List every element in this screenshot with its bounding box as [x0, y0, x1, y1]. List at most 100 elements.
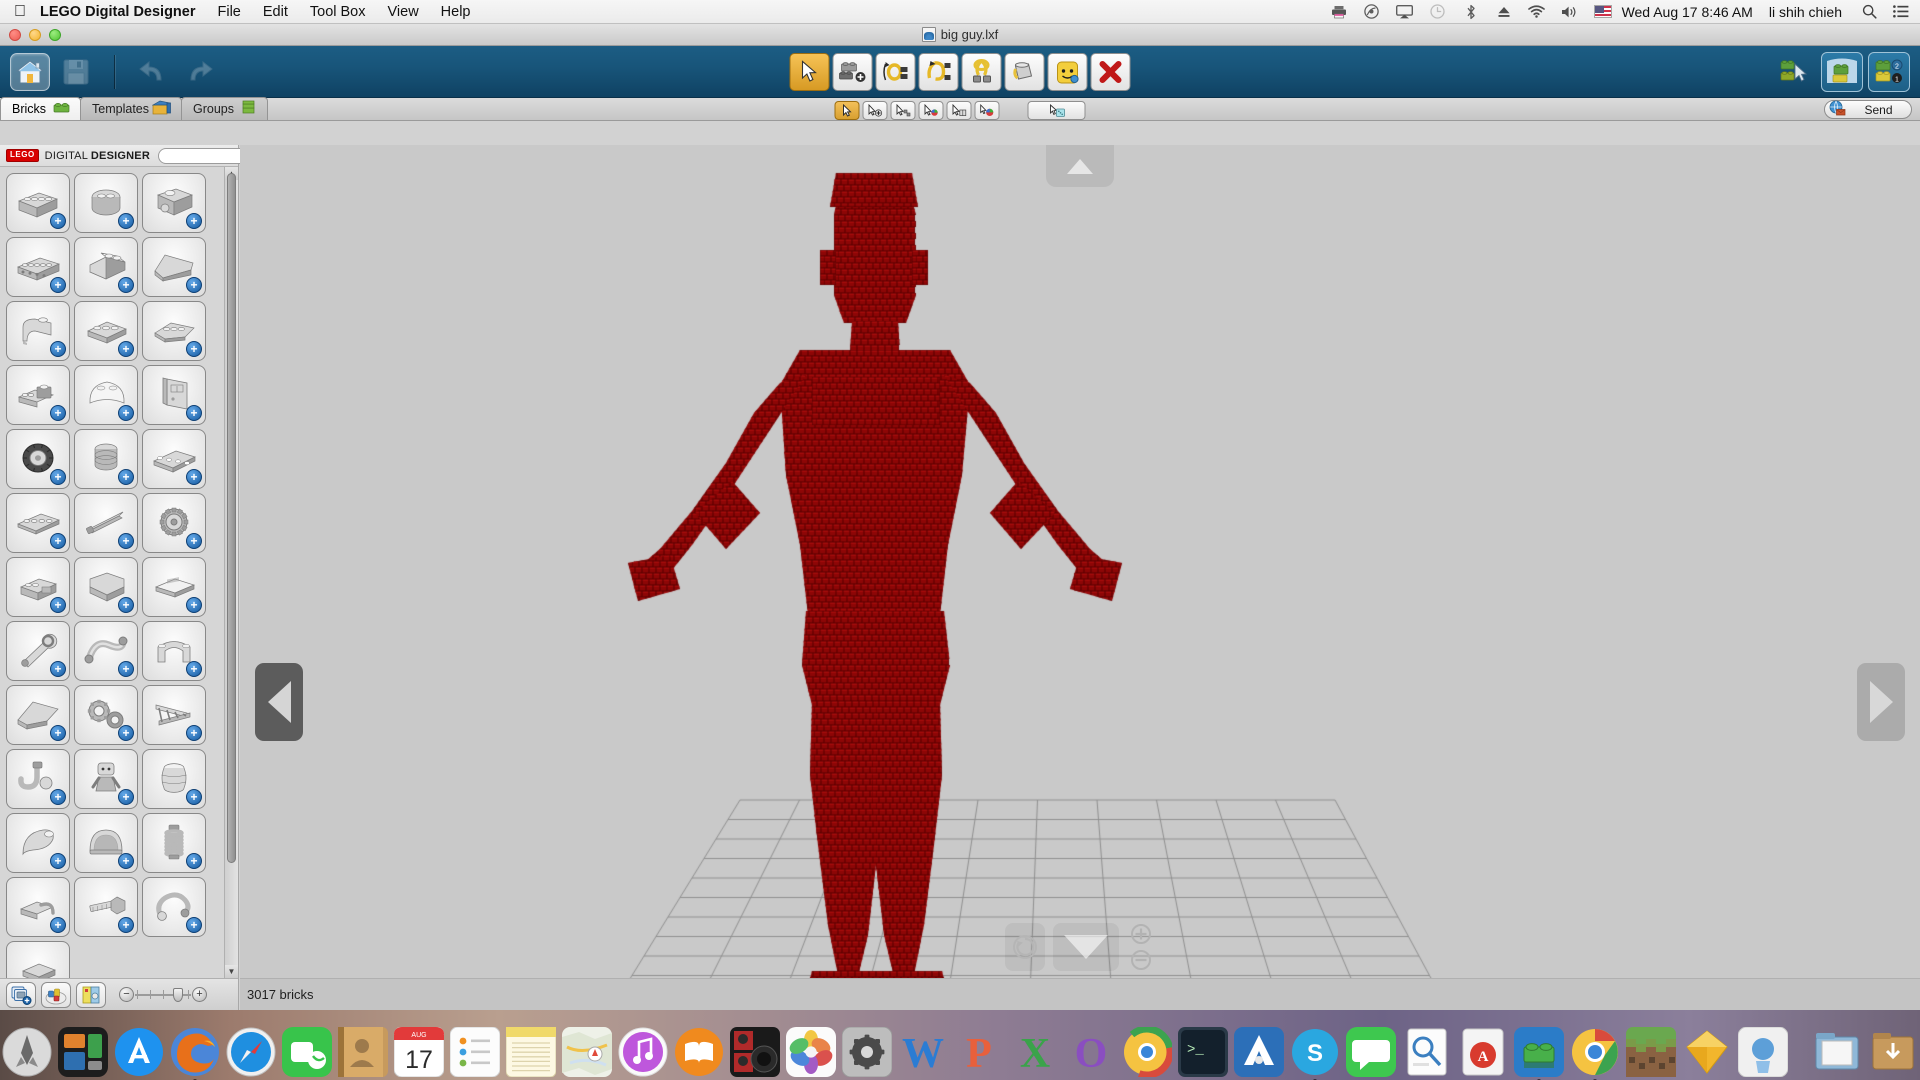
ladder-part[interactable]: + — [142, 685, 206, 745]
notification-center-icon[interactable] — [1892, 4, 1910, 20]
door-panel[interactable]: + — [142, 365, 206, 425]
windscreen-curved[interactable]: + — [74, 365, 138, 425]
viewport-bottom-tab[interactable] — [1053, 923, 1119, 971]
add-brick-button[interactable]: + — [186, 533, 202, 549]
dock-messages[interactable] — [1346, 1027, 1396, 1077]
zoom-in-button[interactable] — [1127, 922, 1155, 946]
tile-printed[interactable]: + — [142, 557, 206, 617]
add-brick-button[interactable]: + — [186, 917, 202, 933]
clip-part[interactable]: + — [142, 877, 206, 937]
brick-headlight[interactable]: + — [142, 173, 206, 233]
tab-bricks[interactable]: Bricks — [0, 97, 82, 120]
add-brick-button[interactable]: + — [186, 469, 202, 485]
wrench-tool-part[interactable]: + — [6, 621, 70, 681]
add-brick-button[interactable]: + — [50, 917, 66, 933]
handle-part[interactable]: + — [6, 877, 70, 937]
slope-2x2[interactable]: + — [74, 237, 138, 297]
menubar-app-name[interactable]: LEGO Digital Designer — [40, 4, 196, 20]
add-brick-button[interactable]: + — [186, 661, 202, 677]
technic-beam[interactable]: + — [142, 429, 206, 489]
save-button[interactable] — [56, 53, 96, 91]
add-brick-button[interactable]: + — [186, 853, 202, 869]
wedge-nose[interactable]: + — [6, 685, 70, 745]
palette-colors-button[interactable] — [41, 981, 71, 1008]
technic-axle[interactable]: + — [74, 493, 138, 553]
dock-mission-control[interactable] — [58, 1027, 108, 1077]
dock-sketch[interactable] — [1682, 1027, 1732, 1077]
plate-1x4[interactable]: + — [6, 493, 70, 553]
select-color-shape-button[interactable] — [974, 101, 1000, 120]
tab-groups[interactable]: Groups — [181, 97, 269, 120]
arch-brick[interactable]: + — [142, 621, 206, 681]
tab-templates[interactable]: Templates — [80, 97, 183, 120]
dock-calendar[interactable]: AUG 17 — [393, 1026, 445, 1078]
window-close-button[interactable] — [9, 29, 21, 41]
3d-viewport[interactable] — [240, 145, 1920, 1010]
add-brick-button[interactable]: + — [186, 789, 202, 805]
bolt-part[interactable]: + — [74, 877, 138, 937]
flex-tool[interactable] — [918, 52, 959, 91]
reset-view-button[interactable] — [1005, 923, 1045, 971]
dock-chrome-alt[interactable] — [1120, 1025, 1174, 1079]
add-brick-button[interactable]: + — [118, 789, 134, 805]
palette-boxes-button[interactable] — [6, 981, 36, 1008]
dock-ibooks[interactable] — [674, 1027, 724, 1077]
palette-zoom-in-button[interactable]: + — [192, 987, 207, 1002]
brick-2x4[interactable]: + — [6, 173, 70, 233]
tire-wheel[interactable]: + — [6, 429, 70, 489]
dock-chrome[interactable] — [1570, 1027, 1620, 1080]
add-brick-button[interactable]: + — [118, 213, 134, 229]
next-view-button[interactable] — [1857, 663, 1905, 741]
add-brick-button[interactable]: + — [50, 469, 66, 485]
spring-part[interactable]: + — [142, 813, 206, 873]
helmet-part[interactable]: + — [74, 813, 138, 873]
dock-preview[interactable] — [1402, 1027, 1452, 1077]
select-same-brick-button[interactable] — [946, 101, 972, 120]
dock-terminal[interactable]: >_ — [1178, 1027, 1228, 1077]
dock-contacts[interactable] — [338, 1027, 388, 1077]
window-minimize-button[interactable] — [29, 29, 41, 41]
dock-facetime[interactable] — [282, 1027, 332, 1077]
menu-view[interactable]: View — [388, 4, 419, 20]
engine-cylinder[interactable]: + — [74, 429, 138, 489]
dock-safari[interactable] — [226, 1027, 276, 1077]
dock-photobooth[interactable] — [730, 1027, 780, 1077]
dock-skype[interactable]: S — [1290, 1027, 1340, 1080]
add-brick-button[interactable]: + — [186, 277, 202, 293]
add-brick-button[interactable]: + — [118, 725, 134, 741]
scroll-down-arrow[interactable]: ▼ — [225, 965, 238, 978]
add-brick-button[interactable]: + — [118, 405, 134, 421]
dock-reminders[interactable] — [449, 1026, 501, 1078]
add-brick-button[interactable]: + — [186, 213, 202, 229]
brick-curved-2x2[interactable]: + — [6, 301, 70, 361]
plate-2x2[interactable]: + — [74, 301, 138, 361]
search-icon[interactable] — [1860, 4, 1878, 20]
menu-edit[interactable]: Edit — [263, 4, 288, 20]
dock-maps[interactable] — [562, 1027, 612, 1077]
add-brick-button[interactable]: + — [50, 789, 66, 805]
brick-round-2x2[interactable]: + — [74, 173, 138, 233]
hinge-tool[interactable] — [875, 52, 916, 91]
add-brick-button[interactable]: + — [118, 597, 134, 613]
select-same-color-button[interactable] — [918, 101, 944, 120]
scrollbar-thumb[interactable] — [227, 173, 236, 863]
add-brick-button[interactable]: + — [118, 341, 134, 357]
eject-icon[interactable] — [1495, 4, 1513, 20]
menu-file[interactable]: File — [218, 4, 241, 20]
dock-downloads[interactable] — [1868, 1027, 1918, 1077]
dock-photos[interactable] — [786, 1027, 836, 1077]
select-all-button[interactable] — [1027, 101, 1086, 120]
build-mode-button[interactable] — [1774, 52, 1816, 92]
brick-technic-1x4[interactable]: + — [6, 237, 70, 297]
delete-tool[interactable] — [1090, 52, 1131, 91]
clone-tool[interactable] — [832, 52, 873, 91]
dock-launchpad[interactable] — [2, 1027, 52, 1077]
add-brick-button[interactable]: + — [50, 213, 66, 229]
select-same-shape-button[interactable] — [890, 101, 916, 120]
select-single-button[interactable] — [834, 101, 860, 120]
palette-catalog-button[interactable] — [76, 981, 106, 1008]
home-button[interactable] — [10, 52, 50, 91]
dock-onenote[interactable]: O — [1066, 1027, 1116, 1077]
menu-help[interactable]: Help — [441, 4, 471, 20]
window-zoom-button[interactable] — [49, 29, 61, 41]
